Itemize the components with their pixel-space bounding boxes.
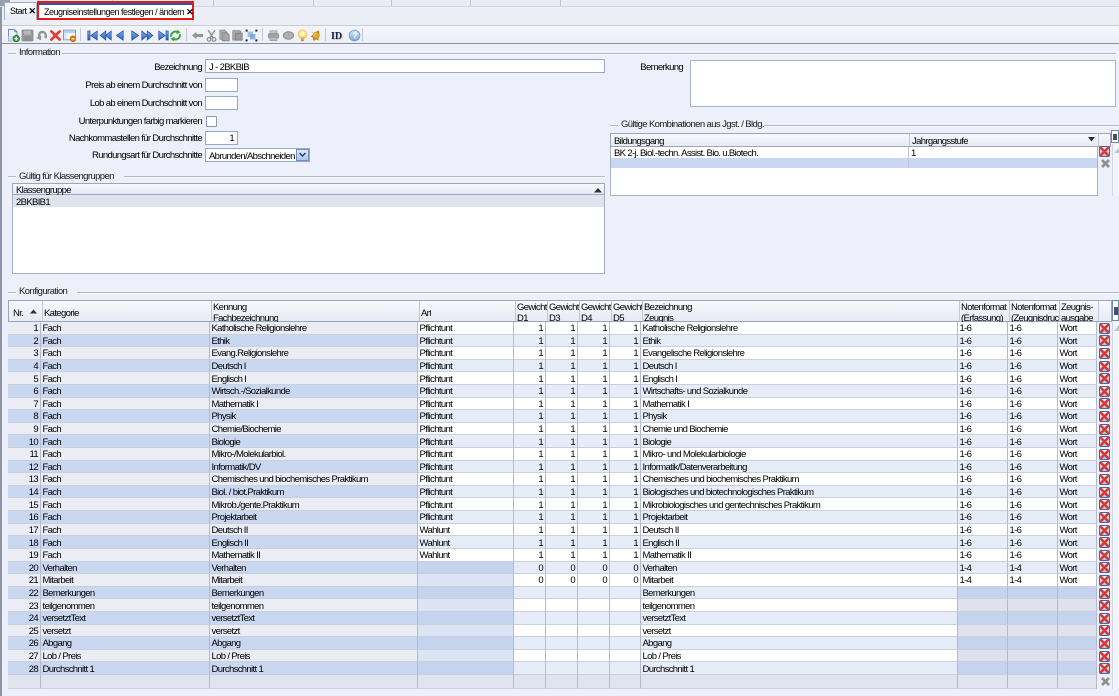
svg-text:?: ? (352, 30, 357, 40)
